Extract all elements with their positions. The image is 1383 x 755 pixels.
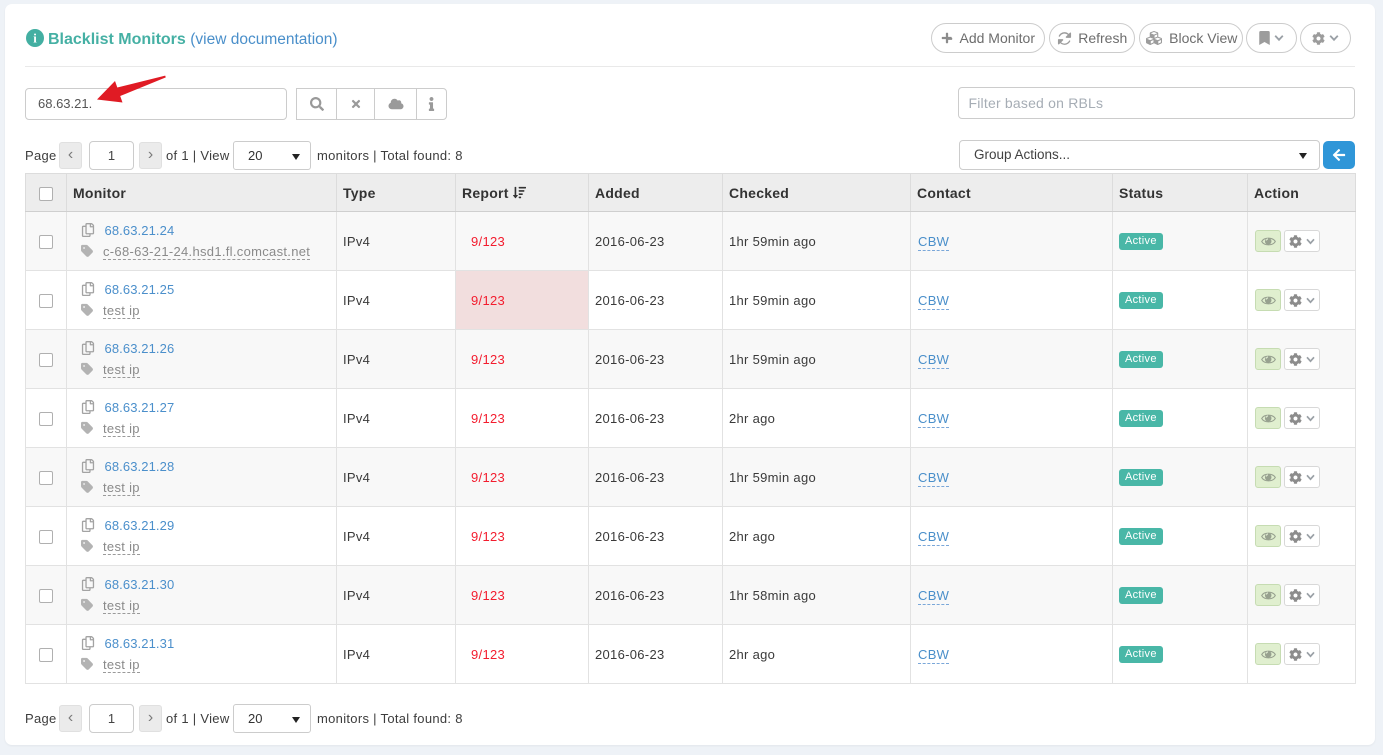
svg-text:i: i (33, 31, 37, 45)
